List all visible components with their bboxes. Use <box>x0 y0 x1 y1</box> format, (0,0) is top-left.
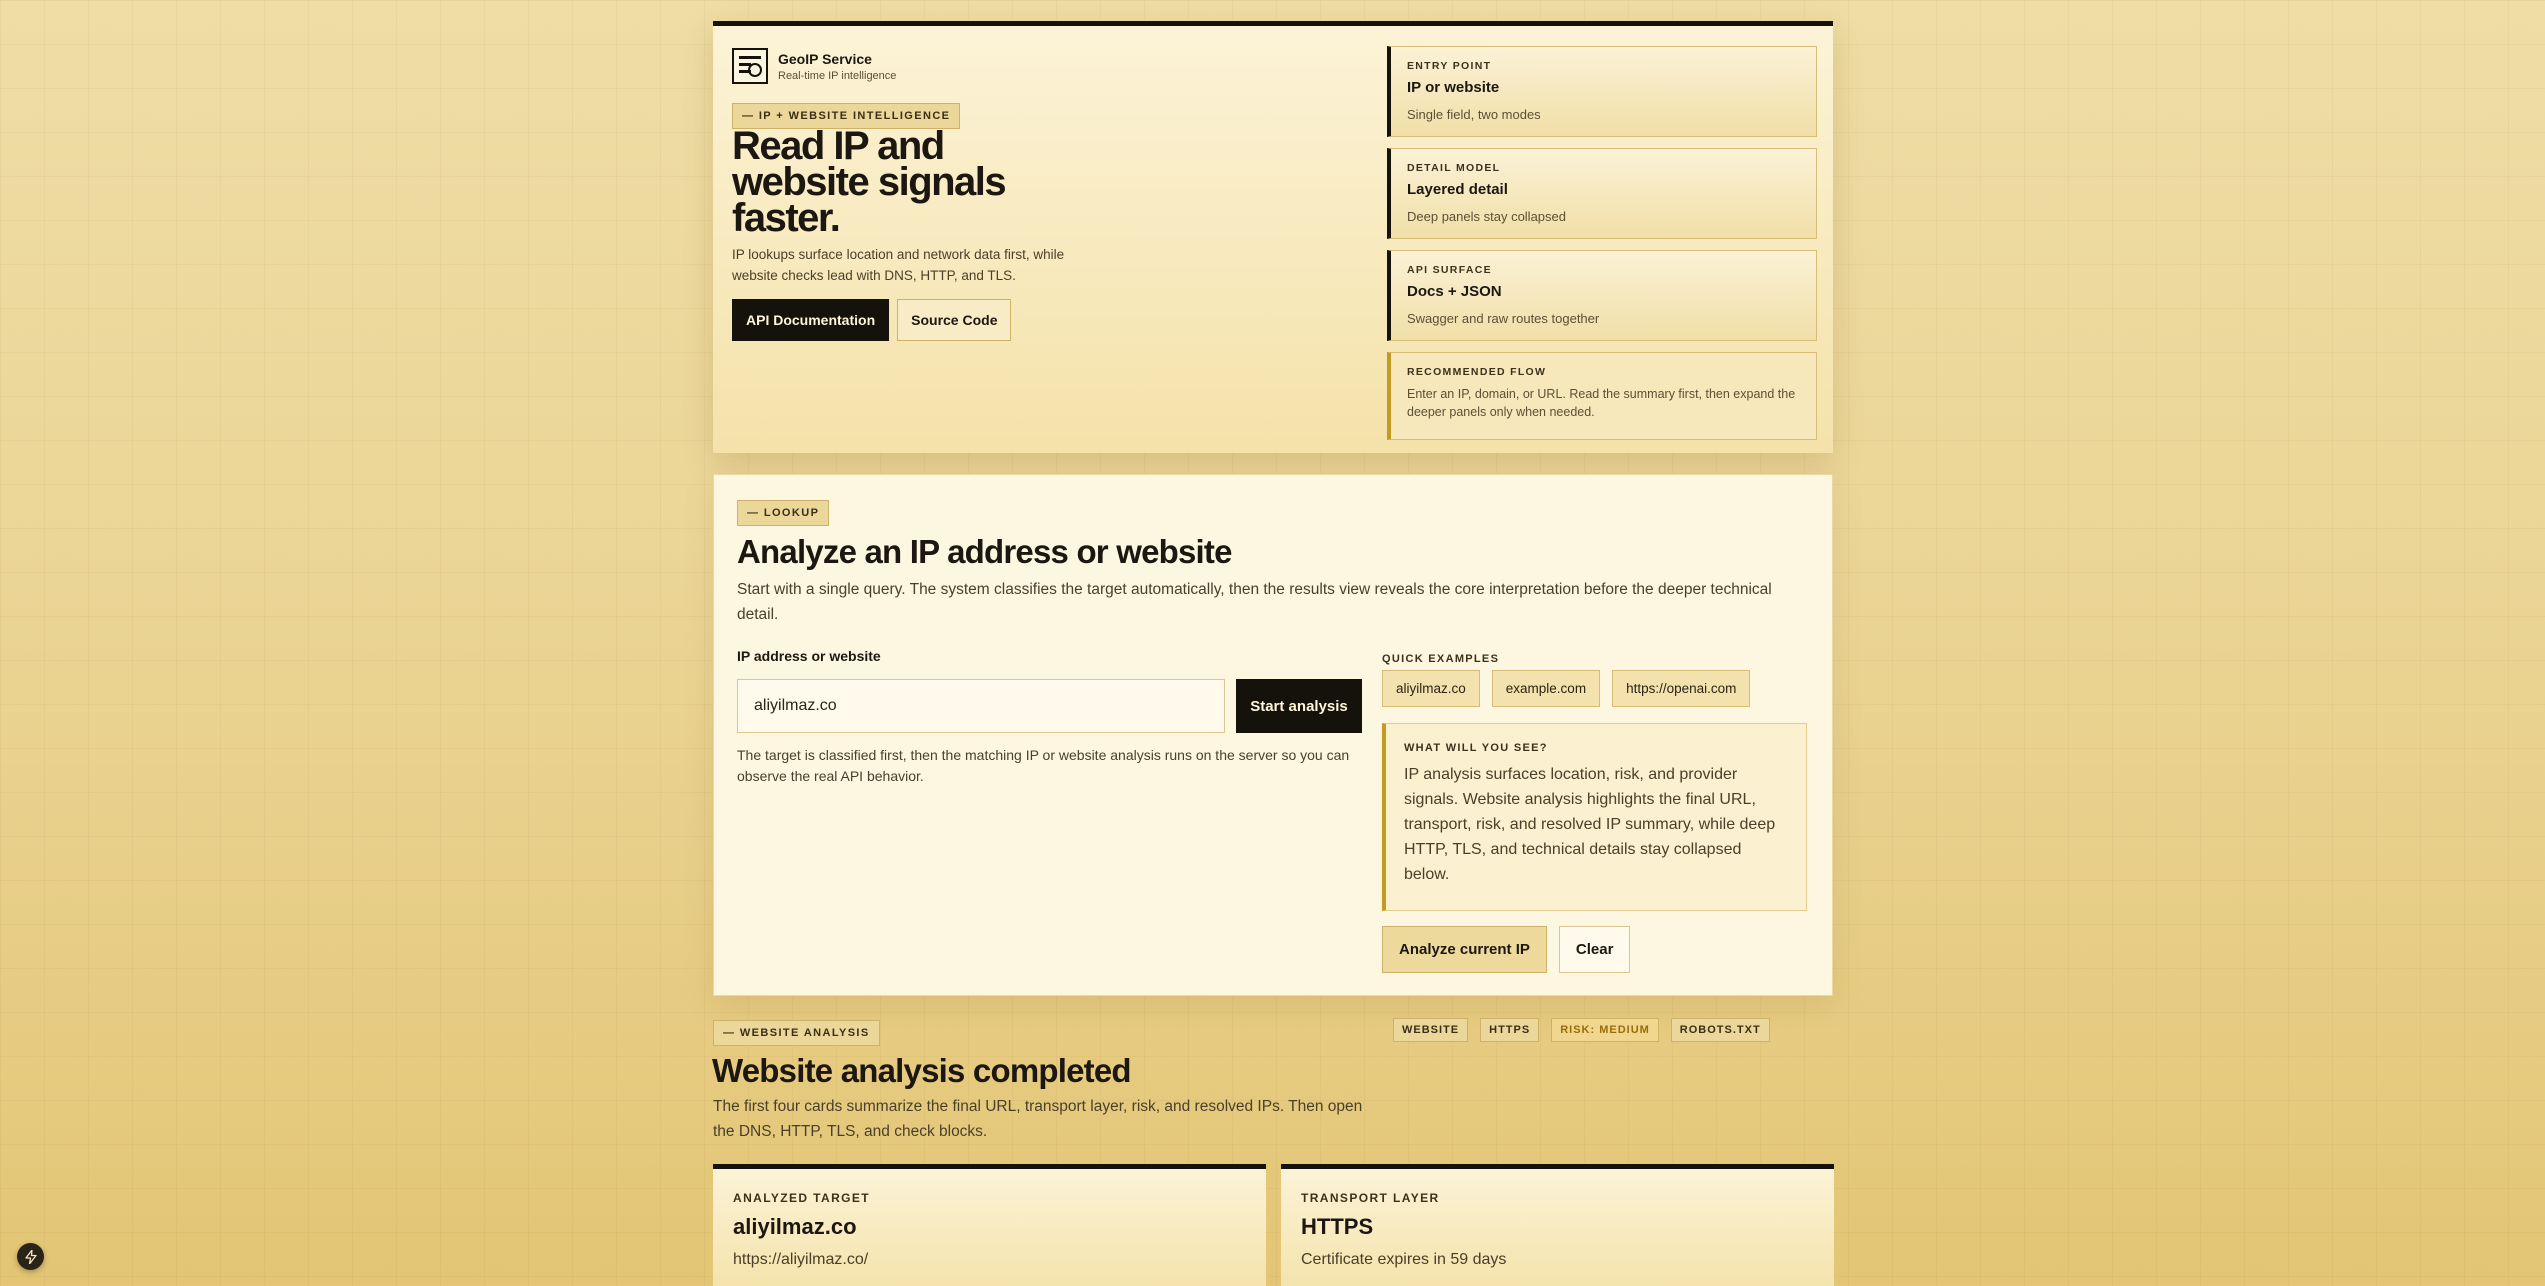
globe-lens-icon <box>732 48 768 84</box>
analyzed-target-card: ANALYZED TARGET aliyilmaz.co https://ali… <box>713 1164 1266 1286</box>
summary-card-label: API SURFACE <box>1407 264 1492 276</box>
lookup-title: Analyze an IP address or website <box>737 533 1232 570</box>
hero-title: Read IP and website signals faster. <box>732 124 1007 240</box>
start-analysis-button[interactable]: Start analysis <box>1236 679 1362 733</box>
summary-card-sub: Deep panels stay collapsed <box>1407 209 1566 224</box>
summary-card-detail-model: DETAIL MODEL Layered detail Deep panels … <box>1387 148 1817 239</box>
summary-card-value: Layered detail <box>1407 181 1508 198</box>
summary-card-label: ENTRY POINT <box>1407 60 1492 72</box>
what-will-you-see-panel: WHAT WILL YOU SEE? IP analysis surfaces … <box>1382 723 1807 911</box>
analyze-current-ip-button[interactable]: Analyze current IP <box>1382 926 1547 973</box>
result-badges: WEBSITE HTTPS RISK: MEDIUM ROBOTS.TXT <box>1393 1018 1770 1042</box>
badge-robots: ROBOTS.TXT <box>1670 1018 1770 1042</box>
result-card-value: HTTPS <box>1301 1214 1374 1239</box>
source-code-button[interactable]: Source Code <box>897 299 1012 341</box>
query-input[interactable] <box>737 679 1225 733</box>
what-will-you-see-text: IP analysis surfaces location, risk, and… <box>1404 766 1776 883</box>
flow-label: RECOMMENDED FLOW <box>1407 366 1547 378</box>
result-card-sub: https://aliyilmaz.co/ <box>733 1251 869 1268</box>
results-title: Website analysis completed <box>712 1052 1132 1089</box>
what-will-you-see-label: WHAT WILL YOU SEE? <box>1404 742 1548 754</box>
results-eyebrow: — WEBSITE ANALYSIS <box>713 1020 880 1046</box>
bolt-icon[interactable] <box>17 1243 44 1270</box>
clear-button[interactable]: Clear <box>1558 926 1631 973</box>
summary-card-api-surface: API SURFACE Docs + JSON Swagger and raw … <box>1387 250 1817 341</box>
transport-layer-card: TRANSPORT LAYER HTTPS Certificate expire… <box>1281 1164 1834 1286</box>
badge-website: WEBSITE <box>1393 1018 1469 1042</box>
summary-card-sub: Swagger and raw routes together <box>1407 311 1600 326</box>
results-description: The first four cards summarize the final… <box>713 1098 1363 1140</box>
result-card-label: ANALYZED TARGET <box>733 1191 871 1205</box>
result-card-label: TRANSPORT LAYER <box>1301 1191 1440 1205</box>
lookup-description: Start with a single query. The system cl… <box>737 581 1772 623</box>
result-card-sub: Certificate expires in 59 days <box>1301 1251 1507 1268</box>
quick-example-chip[interactable]: aliyilmaz.co <box>1382 670 1480 707</box>
brand-name: GeoIP Service <box>778 50 872 67</box>
result-card-value: aliyilmaz.co <box>733 1214 857 1239</box>
quick-examples: aliyilmaz.co example.com https://openai.… <box>1382 670 1751 707</box>
summary-card-label: DETAIL MODEL <box>1407 162 1501 174</box>
flow-text: Enter an IP, domain, or URL. Read the su… <box>1407 387 1796 419</box>
lookup-eyebrow: — LOOKUP <box>737 500 830 526</box>
summary-card-value: IP or website <box>1407 79 1500 96</box>
query-hint: The target is classified first, then the… <box>737 747 1350 784</box>
summary-card-sub: Single field, two modes <box>1407 107 1541 122</box>
hero-summary-cards: ENTRY POINT IP or website Single field, … <box>1387 46 1817 451</box>
hero-description: IP lookups surface location and network … <box>732 247 1065 283</box>
lookup-panel: — LOOKUP Analyze an IP address or websit… <box>713 474 1833 996</box>
badge-https: HTTPS <box>1480 1018 1540 1042</box>
quick-examples-label: QUICK EXAMPLES <box>1382 653 1500 665</box>
quick-example-chip[interactable]: example.com <box>1491 670 1601 707</box>
quick-example-chip[interactable]: https://openai.com <box>1612 670 1751 707</box>
brand-subtitle: Real-time IP intelligence <box>778 69 897 82</box>
summary-card-entry-point: ENTRY POINT IP or website Single field, … <box>1387 46 1817 137</box>
badge-risk: RISK: MEDIUM <box>1551 1018 1659 1042</box>
summary-card-value: Docs + JSON <box>1407 283 1502 300</box>
brand[interactable]: GeoIP Service Real-time IP intelligence <box>732 48 896 84</box>
hero-panel: GeoIP Service Real-time IP intelligence … <box>713 21 1833 453</box>
query-field-label: IP address or website <box>737 648 881 664</box>
api-documentation-button[interactable]: API Documentation <box>732 299 890 341</box>
recommended-flow-card: RECOMMENDED FLOW Enter an IP, domain, or… <box>1387 352 1817 440</box>
